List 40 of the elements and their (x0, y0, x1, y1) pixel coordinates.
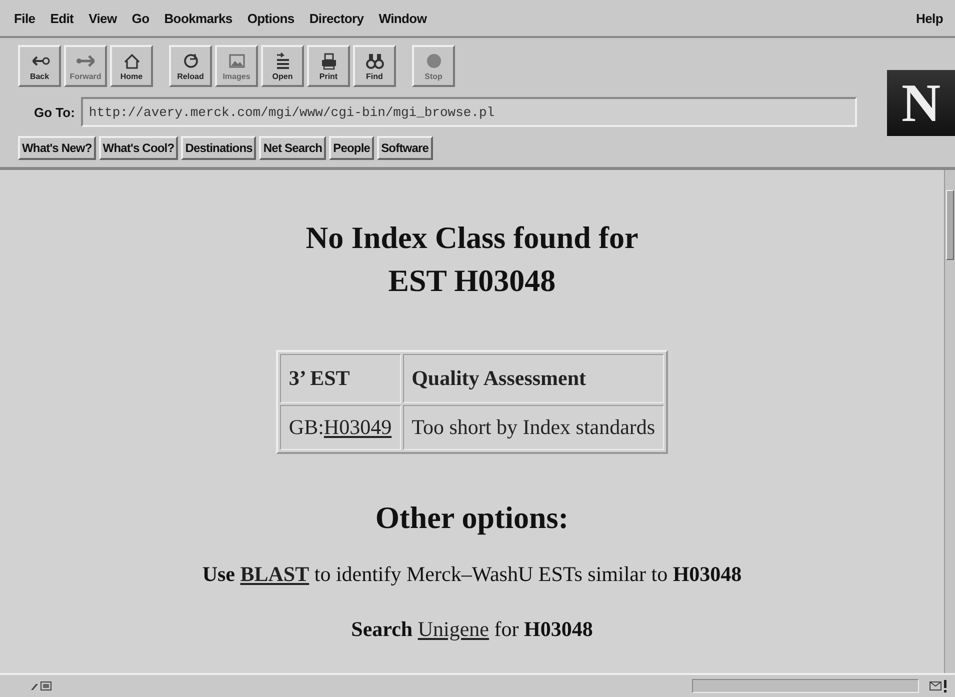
find-button[interactable]: Find (353, 45, 396, 87)
option-text: Search Unigene for H03048 (351, 617, 593, 642)
back-button[interactable]: Back (18, 45, 61, 87)
directory-button[interactable]: People (329, 136, 374, 160)
security-key-icon[interactable] (30, 680, 52, 692)
menu-item[interactable]: Go (132, 10, 150, 26)
page-heading: No Index Class found for EST H03048 (306, 219, 638, 300)
option-link[interactable]: Unigene (418, 617, 489, 641)
menu-item[interactable]: Edit (50, 10, 74, 26)
url-field[interactable]: http://avery.merck.com/mgi/www/cgi-bin/mgi_browse.pl (80, 97, 857, 127)
column-header: Quality Assessment (402, 354, 664, 403)
open-button[interactable]: Open (261, 45, 304, 87)
home-button[interactable]: Home (110, 45, 153, 87)
reload-button[interactable]: Reload (169, 45, 212, 87)
section-heading: Other options: (375, 500, 569, 536)
table-cell: Too short by Index standards (402, 405, 664, 450)
menu-item[interactable]: Directory (309, 10, 364, 26)
mail-icon[interactable] (929, 679, 949, 693)
directory-button[interactable]: Software (377, 136, 433, 160)
print-button[interactable]: Print (307, 45, 350, 87)
menu-item[interactable]: Window (378, 10, 427, 26)
accession-link[interactable]: H03049 (324, 415, 392, 439)
browser-logo[interactable]: N (887, 70, 955, 136)
house-icon (122, 51, 142, 71)
menu-item[interactable]: File (14, 10, 36, 26)
menu-item[interactable]: Options (247, 10, 294, 26)
menu-item[interactable]: View (88, 10, 117, 26)
option-link[interactable]: BLAST (240, 562, 310, 586)
table-cell: GB:H03049 (280, 405, 401, 450)
directory-button[interactable]: Destinations (181, 136, 256, 160)
directory-button[interactable]: What's New? (18, 136, 96, 160)
scrollbar[interactable] (944, 170, 955, 673)
directory-button[interactable]: Net Search (259, 136, 326, 160)
directory-button[interactable]: What's Cool? (98, 136, 178, 160)
option-text: Use BLAST to identify Merck–WashU ESTs similar to H03048 (202, 562, 742, 587)
column-header: 3’ EST (280, 354, 401, 403)
help-menu[interactable]: Help (916, 10, 943, 26)
location-label: Go To: (34, 104, 75, 120)
menu-item[interactable]: Bookmarks (164, 10, 232, 26)
binoculars-icon (364, 51, 384, 71)
